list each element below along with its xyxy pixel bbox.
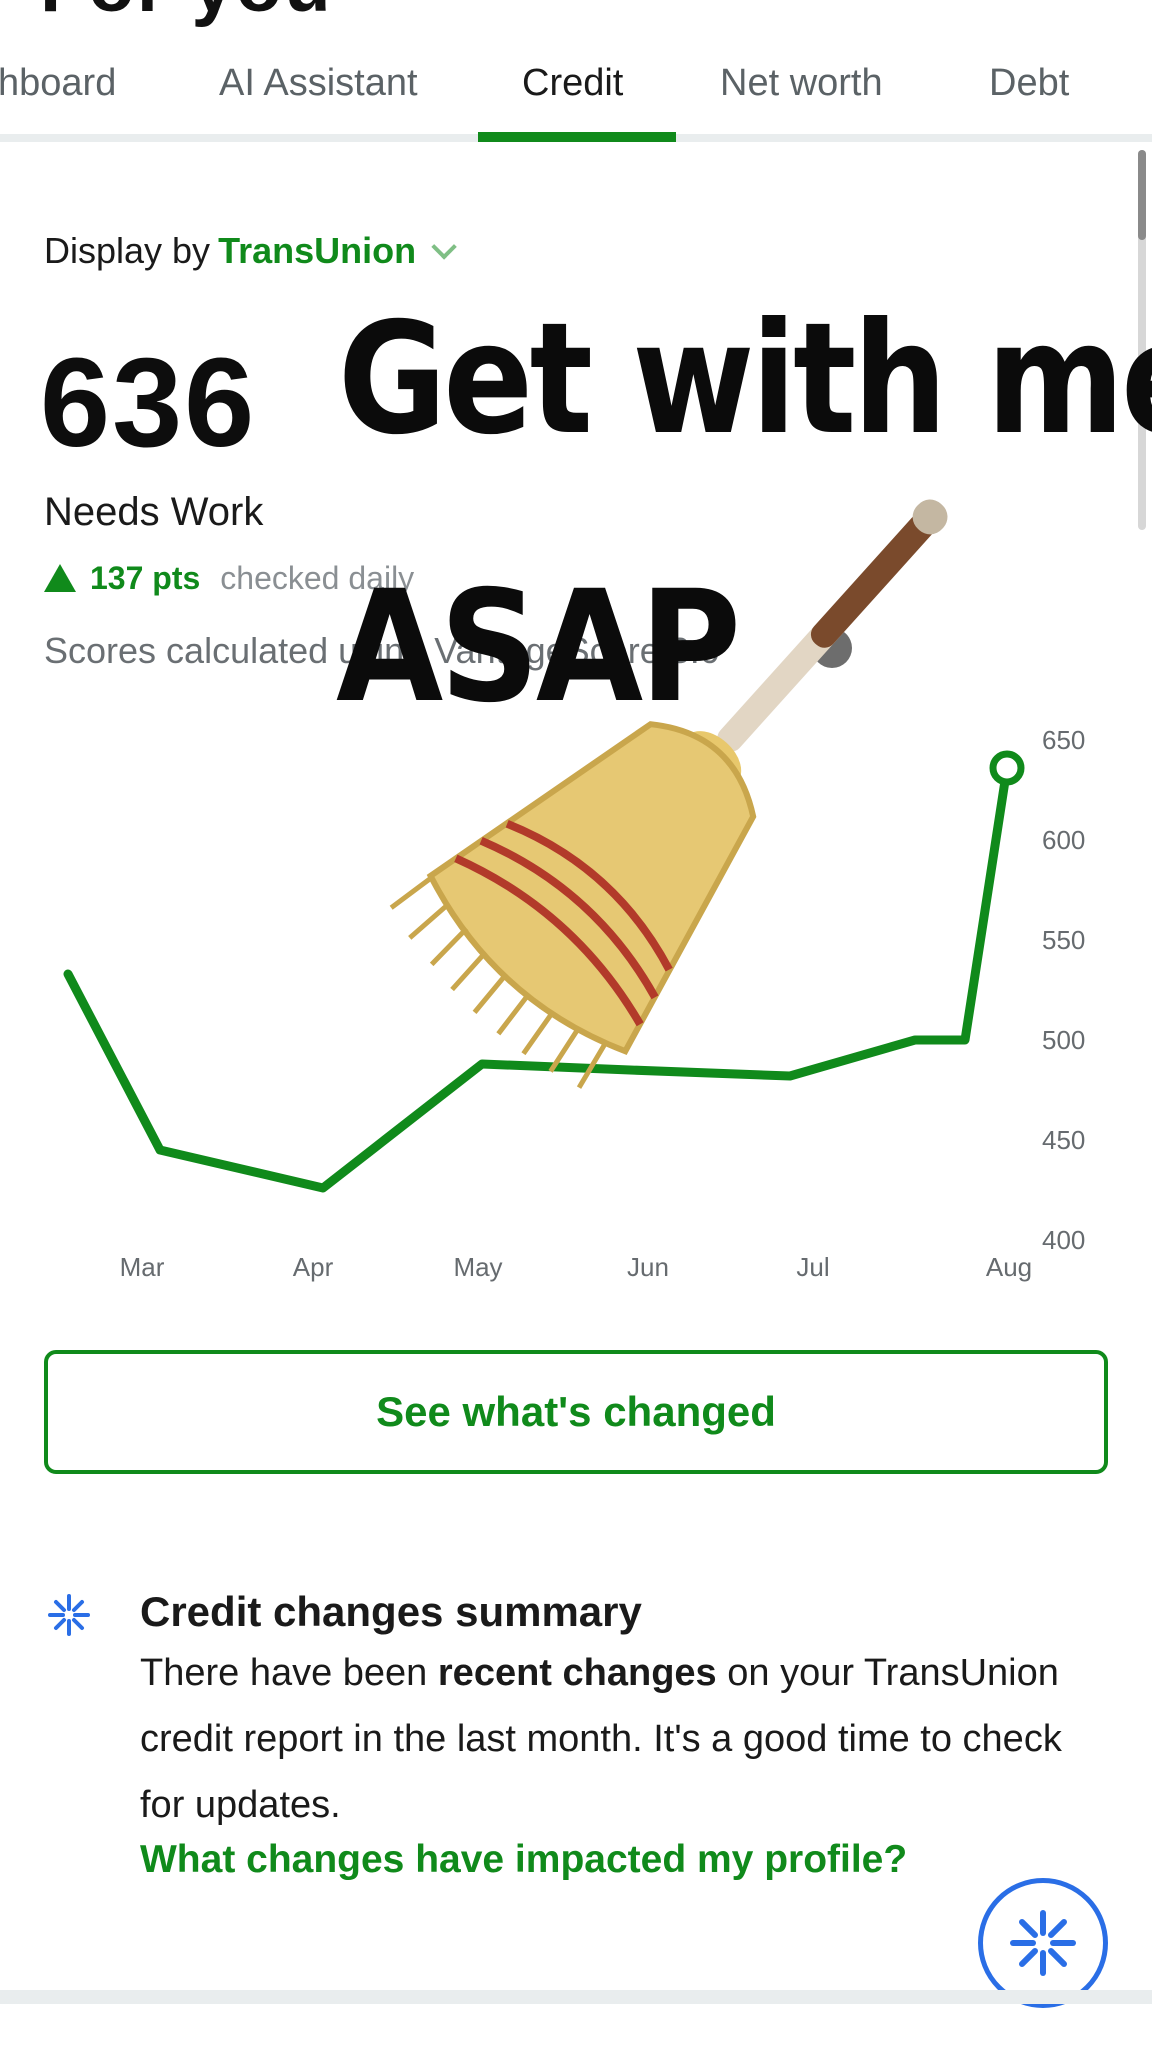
active-tab-indicator — [478, 132, 676, 142]
up-arrow-icon — [44, 564, 76, 592]
y-tick-label: 400 — [1042, 1225, 1085, 1255]
x-tick-label: Jun — [627, 1252, 669, 1282]
tab-ai-assistant[interactable]: AI Assistant — [219, 62, 418, 105]
credit-score: 636 — [40, 332, 257, 473]
x-tick-label: Jul — [796, 1252, 829, 1282]
tab-net-worth[interactable]: Net worth — [720, 62, 883, 105]
bureau-selector[interactable]: Display by TransUnion — [44, 230, 457, 272]
bureau-name[interactable]: TransUnion — [218, 230, 416, 271]
ai-sparkle-icon — [1010, 1910, 1076, 1976]
points-change: 137 pts — [90, 560, 201, 596]
overlay-text-line2: ASAP — [336, 558, 741, 737]
summary-body-prefix: There have been — [140, 1652, 438, 1694]
chevron-down-icon[interactable] — [431, 234, 457, 260]
summary-title: Credit changes summary — [140, 1588, 642, 1635]
ai-assistant-fab[interactable] — [978, 1878, 1108, 2008]
x-tick-label: Mar — [120, 1252, 165, 1282]
score-rating: Needs Work — [44, 490, 264, 534]
scrollbar-thumb[interactable] — [1138, 150, 1146, 240]
sparkle-icon — [48, 1594, 90, 1636]
summary-body-bold: recent changes — [437, 1652, 717, 1694]
summary-body: There have been recent changes on your T… — [140, 1640, 1100, 1838]
x-tick-label: May — [453, 1252, 502, 1282]
see-whats-changed-button[interactable]: See what's changed — [44, 1350, 1108, 1474]
y-tick-label: 450 — [1042, 1125, 1085, 1155]
y-tick-label: 550 — [1042, 925, 1085, 955]
tab-bar: hboard AI Assistant Credit Net worth Deb… — [0, 52, 1152, 142]
y-tick-label: 650 — [1042, 725, 1085, 755]
impact-profile-link[interactable]: What changes have impacted my profile? — [140, 1838, 907, 1882]
tab-debt[interactable]: Debt — [989, 62, 1069, 105]
y-tick-label: 500 — [1042, 1025, 1085, 1055]
display-by-label: Display by — [44, 230, 211, 271]
y-tick-label: 600 — [1042, 825, 1085, 855]
tab-credit[interactable]: Credit — [522, 62, 623, 105]
x-tick-label: Aug — [986, 1252, 1032, 1282]
tab-dashboard[interactable]: hboard — [0, 62, 116, 105]
page-title-fragment: For you — [40, 0, 333, 29]
bottom-divider — [0, 1990, 1152, 2004]
overlay-text-line1: Get with me — [338, 290, 1152, 469]
x-tick-label: Apr — [293, 1252, 334, 1282]
